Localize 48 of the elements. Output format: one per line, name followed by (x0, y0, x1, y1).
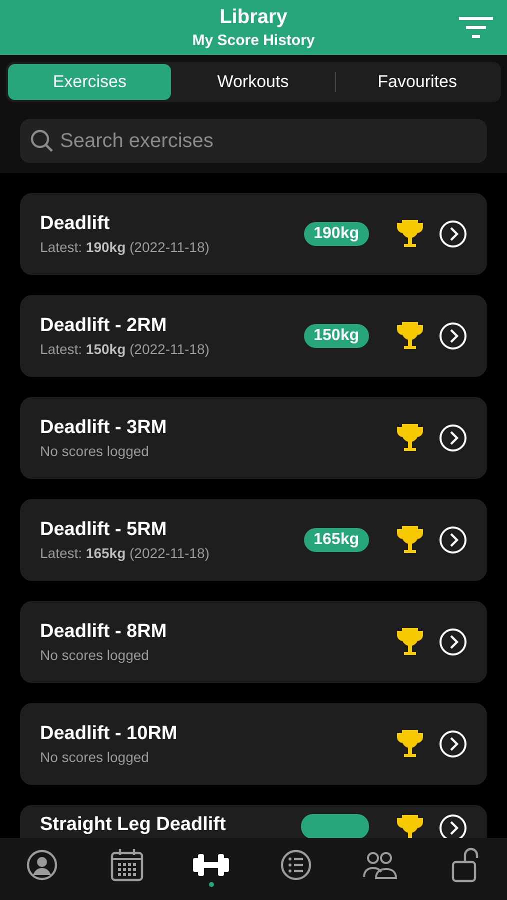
exercise-detail: No scores logged (40, 647, 150, 663)
chevron-circle-icon[interactable] (439, 526, 467, 554)
chevron-circle-icon[interactable] (439, 424, 467, 452)
score-badge: 190kg (304, 222, 369, 246)
people-icon[interactable] (362, 850, 398, 880)
exercise-card[interactable]: Deadlift - 8RM No scores logged (20, 601, 487, 683)
exercise-detail: No scores logged (40, 443, 150, 459)
exercise-name: Deadlift (40, 213, 111, 235)
tab[interactable]: Workouts (171, 64, 335, 100)
exercise-card[interactable]: Deadlift - 3RM No scores logged (20, 397, 487, 479)
exercise-detail: Latest: 190kg (2022-11-18) (40, 239, 210, 255)
exercise-name: Deadlift - 10RM (40, 723, 178, 745)
dumbbell-icon[interactable] (192, 852, 230, 878)
trophy-icon[interactable] (395, 321, 425, 351)
chevron-circle-icon[interactable] (439, 322, 467, 350)
trophy-icon[interactable] (395, 729, 425, 759)
score-badge: 165kg (304, 528, 369, 552)
screen-title: Library (220, 6, 288, 29)
exercise-name: Deadlift - 2RM (40, 315, 168, 337)
trophy-icon[interactable] (395, 525, 425, 555)
exercise-detail: No scores logged (40, 749, 150, 765)
exercise-card[interactable]: Deadlift - 2RM Latest: 150kg (2022-11-18) 150kg (20, 295, 487, 377)
exercise-name: Deadlift - 5RM (40, 519, 168, 541)
trophy-icon[interactable] (395, 814, 425, 838)
exercise-name: Deadlift - 3RM (40, 417, 168, 439)
tab[interactable]: Favourites (336, 64, 499, 100)
unlocked-padlock-icon[interactable] (450, 846, 479, 882)
trophy-icon[interactable] (395, 219, 425, 249)
chevron-circle-icon[interactable] (439, 628, 467, 656)
profile-icon[interactable] (26, 848, 58, 880)
exercise-card[interactable]: Deadlift - 10RM No scores logged (20, 703, 487, 785)
exercise-card[interactable]: Deadlift Latest: 190kg (2022-11-18) 190kg (20, 193, 487, 275)
exercise-name: Straight Leg Deadlift (40, 814, 227, 836)
exercise-detail: Latest: 150kg (2022-11-18) (40, 341, 210, 357)
exercise-name: Deadlift - 8RM (40, 621, 168, 643)
exercise-card[interactable]: Straight Leg Deadlift (20, 805, 487, 838)
exercise-detail: Latest: 165kg (2022-11-18) (40, 545, 210, 561)
trophy-icon[interactable] (395, 627, 425, 657)
screen-subtitle: My Score History (192, 32, 315, 49)
filter-icon[interactable] (459, 17, 493, 39)
calendar-icon[interactable] (110, 848, 144, 882)
chevron-circle-icon[interactable] (439, 730, 467, 758)
score-badge: 150kg (304, 324, 369, 348)
exercise-card[interactable]: Deadlift - 5RM Latest: 165kg (2022-11-18) 165kg (20, 499, 487, 581)
list-icon[interactable] (280, 848, 312, 880)
search-field[interactable]: Search exercises (20, 119, 487, 163)
chevron-circle-icon[interactable] (439, 220, 467, 248)
trophy-icon[interactable] (395, 423, 425, 453)
